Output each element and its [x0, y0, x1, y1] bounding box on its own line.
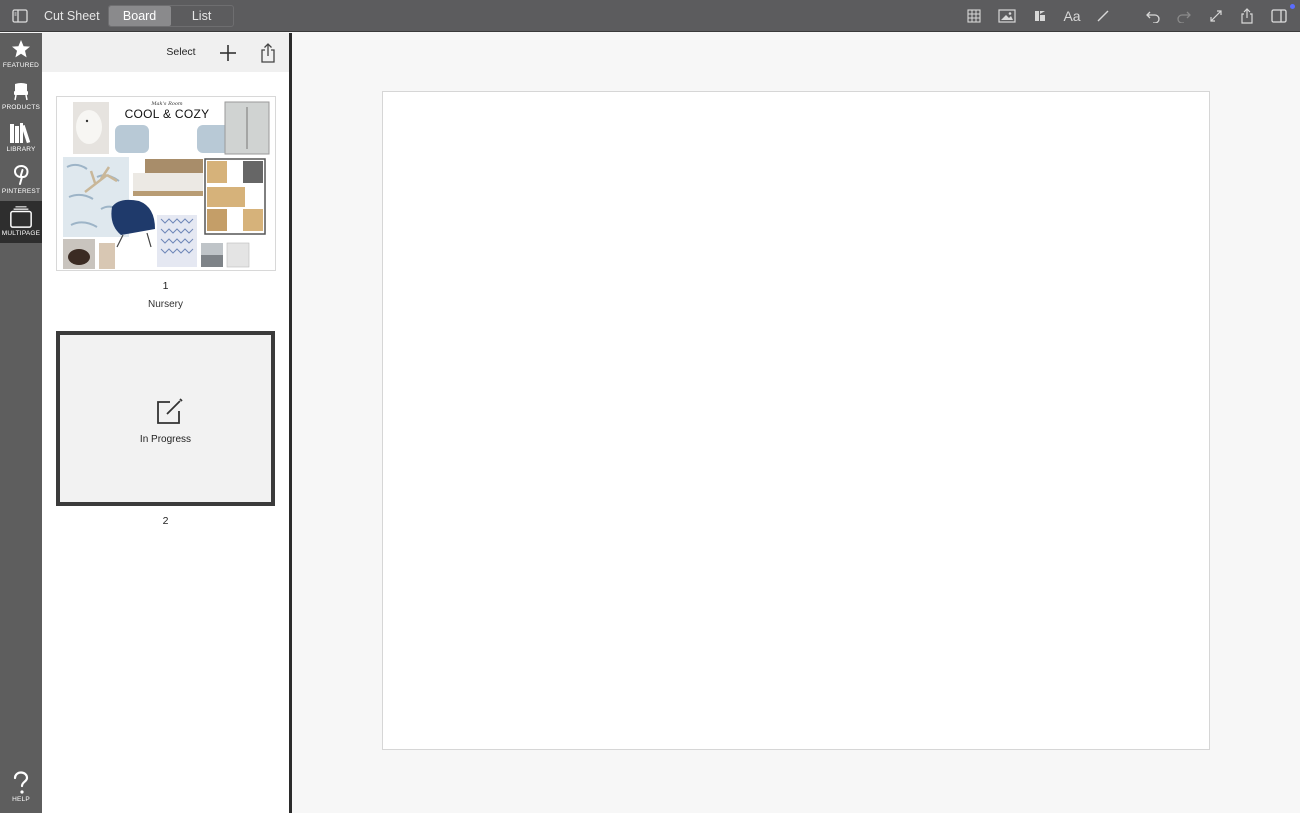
rail-item-featured[interactable]: FEATURED — [0, 33, 42, 75]
question-icon — [9, 771, 33, 795]
pinterest-icon — [9, 163, 33, 187]
redo-icon[interactable] — [1174, 6, 1194, 26]
shapes-icon[interactable] — [1030, 6, 1050, 26]
undo-icon[interactable] — [1143, 6, 1163, 26]
image-icon[interactable] — [997, 6, 1017, 26]
rail-label: FEATURED — [2, 62, 40, 69]
page-number-1: 1 — [162, 280, 169, 292]
page-status-label: In Progress — [139, 434, 192, 445]
rail-label: PRODUCTS — [1, 104, 41, 111]
sidebar-right-icon[interactable] — [1269, 6, 1289, 26]
rail-item-pinterest[interactable]: PINTEREST — [0, 159, 42, 201]
rail-item-products[interactable]: PRODUCTS — [0, 75, 42, 117]
rail-label: LIBRARY — [6, 146, 36, 153]
pages-icon — [9, 205, 33, 229]
page-thumbnail-1[interactable]: Mak's Room COOL & COZY — [56, 96, 276, 271]
select-button[interactable]: Select — [162, 46, 200, 58]
rail-label: MULTIPAGE — [1, 230, 41, 237]
pages-panel: Select Mak's Room COOL & COZY 1 Nursery … — [42, 33, 289, 813]
page-name-1[interactable]: Nursery — [42, 299, 289, 310]
chair-icon — [9, 79, 33, 103]
add-page-button[interactable] — [217, 42, 239, 64]
export-pages-button[interactable] — [258, 42, 278, 64]
star-icon — [9, 37, 33, 61]
tab-board[interactable]: Board — [108, 6, 171, 26]
line-icon[interactable] — [1093, 6, 1113, 26]
page-thumbnail-2[interactable]: In Progress — [56, 331, 275, 506]
panel-divider[interactable] — [289, 33, 292, 813]
tab-cut-sheet[interactable]: Cut Sheet — [38, 6, 106, 26]
rail-item-multipage[interactable]: MULTIPAGE — [0, 201, 42, 243]
text-icon[interactable]: Aa — [1060, 6, 1084, 26]
notification-dot — [1290, 4, 1295, 9]
rail-item-library[interactable]: LIBRARY — [0, 117, 42, 159]
top-toolbar: Cut Sheet Board List Aa — [0, 0, 1300, 32]
view-switcher: Cut Sheet Board List — [38, 5, 234, 27]
tab-list[interactable]: List — [171, 6, 233, 26]
page-number-2: 2 — [162, 515, 169, 527]
left-rail: FEATURED PRODUCTS LIBRARY PINTEREST MULT… — [0, 33, 42, 813]
moodboard-preview-image — [63, 101, 270, 269]
rail-label: PINTEREST — [1, 188, 41, 195]
share-icon — [261, 43, 275, 63]
books-icon — [9, 121, 33, 145]
grid-icon[interactable] — [964, 6, 984, 26]
panel-header: Select — [42, 33, 289, 72]
thumbnail-title: COOL & COZY — [124, 107, 210, 121]
sidebar-left-icon[interactable] — [10, 6, 30, 26]
edit-icon — [154, 397, 184, 427]
view-tabs: Board List — [107, 5, 234, 27]
rail-label: HELP — [12, 796, 30, 803]
plus-icon — [220, 45, 236, 61]
share-icon[interactable] — [1237, 6, 1257, 26]
rail-item-help[interactable]: HELP — [0, 767, 42, 809]
expand-icon[interactable] — [1206, 6, 1226, 26]
board-canvas[interactable] — [382, 91, 1210, 750]
